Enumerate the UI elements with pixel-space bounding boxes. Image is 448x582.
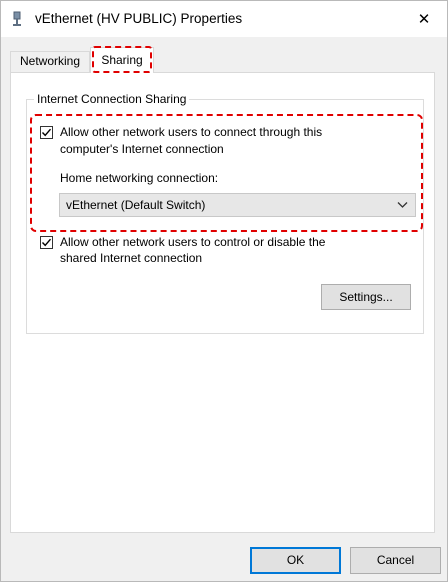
- allow-control-checkbox[interactable]: [40, 236, 53, 249]
- tab-networking-label: Networking: [19, 54, 81, 68]
- group-legend: Internet Connection Sharing: [34, 92, 190, 106]
- home-networking-select[interactable]: vEthernet (Default Switch): [59, 193, 416, 217]
- allow-control-label-line1[interactable]: Allow other network users to control or …: [60, 234, 325, 251]
- allow-connect-checkbox[interactable]: [40, 126, 53, 139]
- allow-connect-label-line1[interactable]: Allow other network users to connect thr…: [60, 124, 322, 141]
- network-adapter-icon: [11, 11, 23, 27]
- cancel-button[interactable]: Cancel: [350, 547, 441, 574]
- close-button[interactable]: ✕: [401, 1, 447, 37]
- tab-sharing-label: Sharing: [101, 53, 143, 67]
- checkmark-icon: [41, 238, 52, 247]
- title-bar: vEthernet (HV PUBLIC) Properties ✕: [1, 1, 447, 37]
- home-networking-select-value: vEthernet (Default Switch): [66, 198, 206, 212]
- close-icon: ✕: [417, 11, 431, 28]
- chevron-down-icon: [397, 202, 408, 208]
- settings-button[interactable]: Settings...: [321, 284, 411, 310]
- allow-control-label-line2[interactable]: shared Internet connection: [60, 250, 202, 267]
- tab-sharing[interactable]: Sharing: [90, 47, 154, 73]
- allow-connect-label-line2[interactable]: computer's Internet connection: [60, 141, 224, 158]
- tab-networking[interactable]: Networking: [10, 51, 90, 72]
- ok-button[interactable]: OK: [250, 547, 341, 574]
- checkmark-icon: [41, 128, 52, 137]
- window-title: vEthernet (HV PUBLIC) Properties: [35, 11, 243, 26]
- home-networking-label: Home networking connection:: [60, 171, 219, 185]
